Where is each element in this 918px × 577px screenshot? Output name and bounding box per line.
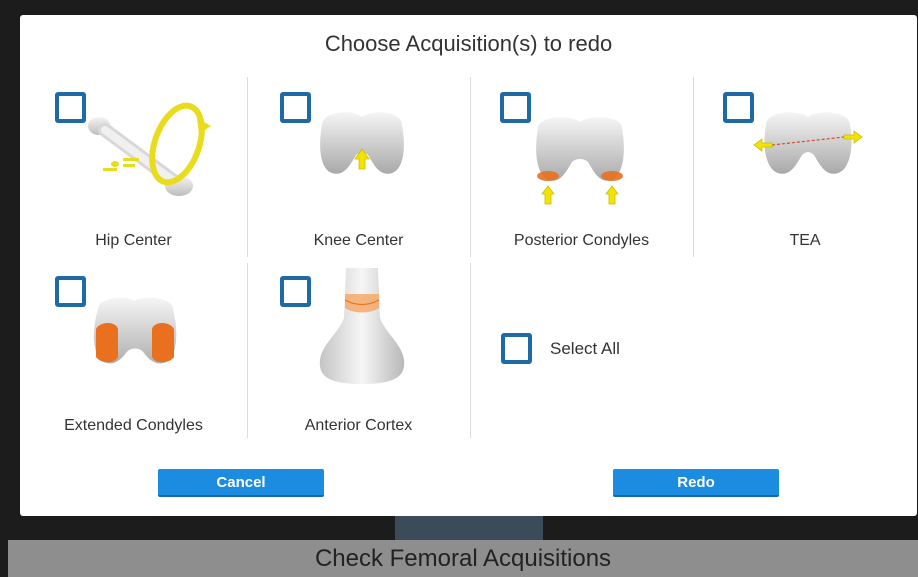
knee-center-label: Knee Center xyxy=(313,232,404,249)
option-knee-center: Knee Center xyxy=(247,77,470,257)
cancel-button[interactable]: Cancel xyxy=(158,469,324,497)
hip-center-label: Hip Center xyxy=(95,232,172,249)
hip-center-illustration xyxy=(88,102,211,196)
tea-illustration xyxy=(753,112,863,174)
option-hip-center: Hip Center xyxy=(20,77,247,257)
redo-acquisitions-dialog: Choose Acquisition(s) to redo Hip Center xyxy=(20,15,917,516)
anterior-cortex-checkbox[interactable] xyxy=(280,276,311,307)
option-anterior-cortex: Anterior Cortex xyxy=(247,263,470,438)
extended-condyles-checkbox[interactable] xyxy=(55,276,86,307)
posterior-condyles-illustration xyxy=(536,117,624,205)
grid-separator xyxy=(470,263,471,438)
dialog-title: Choose Acquisition(s) to redo xyxy=(324,31,613,56)
screen-footer-title: Check Femoral Acquisitions xyxy=(8,540,918,577)
select-all-control[interactable]: Select All xyxy=(501,333,620,364)
posterior-condyles-label: Posterior Condyles xyxy=(513,232,650,249)
knee-center-illustration xyxy=(320,112,404,174)
knee-center-checkbox[interactable] xyxy=(280,92,311,123)
redo-button[interactable]: Redo xyxy=(613,469,779,497)
background-button-fragment xyxy=(395,515,543,541)
select-all-label: Select All xyxy=(550,338,620,358)
tea-label: TEA xyxy=(789,232,821,249)
option-tea: TEA xyxy=(693,77,917,257)
extended-condyles-label: Extended Condyles xyxy=(64,417,203,434)
option-extended-condyles: Extended Condyles xyxy=(20,263,247,438)
select-all-checkbox[interactable] xyxy=(501,333,532,364)
anterior-cortex-illustration xyxy=(319,268,405,384)
posterior-condyles-checkbox[interactable] xyxy=(500,92,531,123)
extended-condyles-illustration xyxy=(93,297,177,364)
option-posterior-condyles: Posterior Condyles xyxy=(470,77,693,257)
anterior-cortex-label: Anterior Cortex xyxy=(304,417,413,434)
